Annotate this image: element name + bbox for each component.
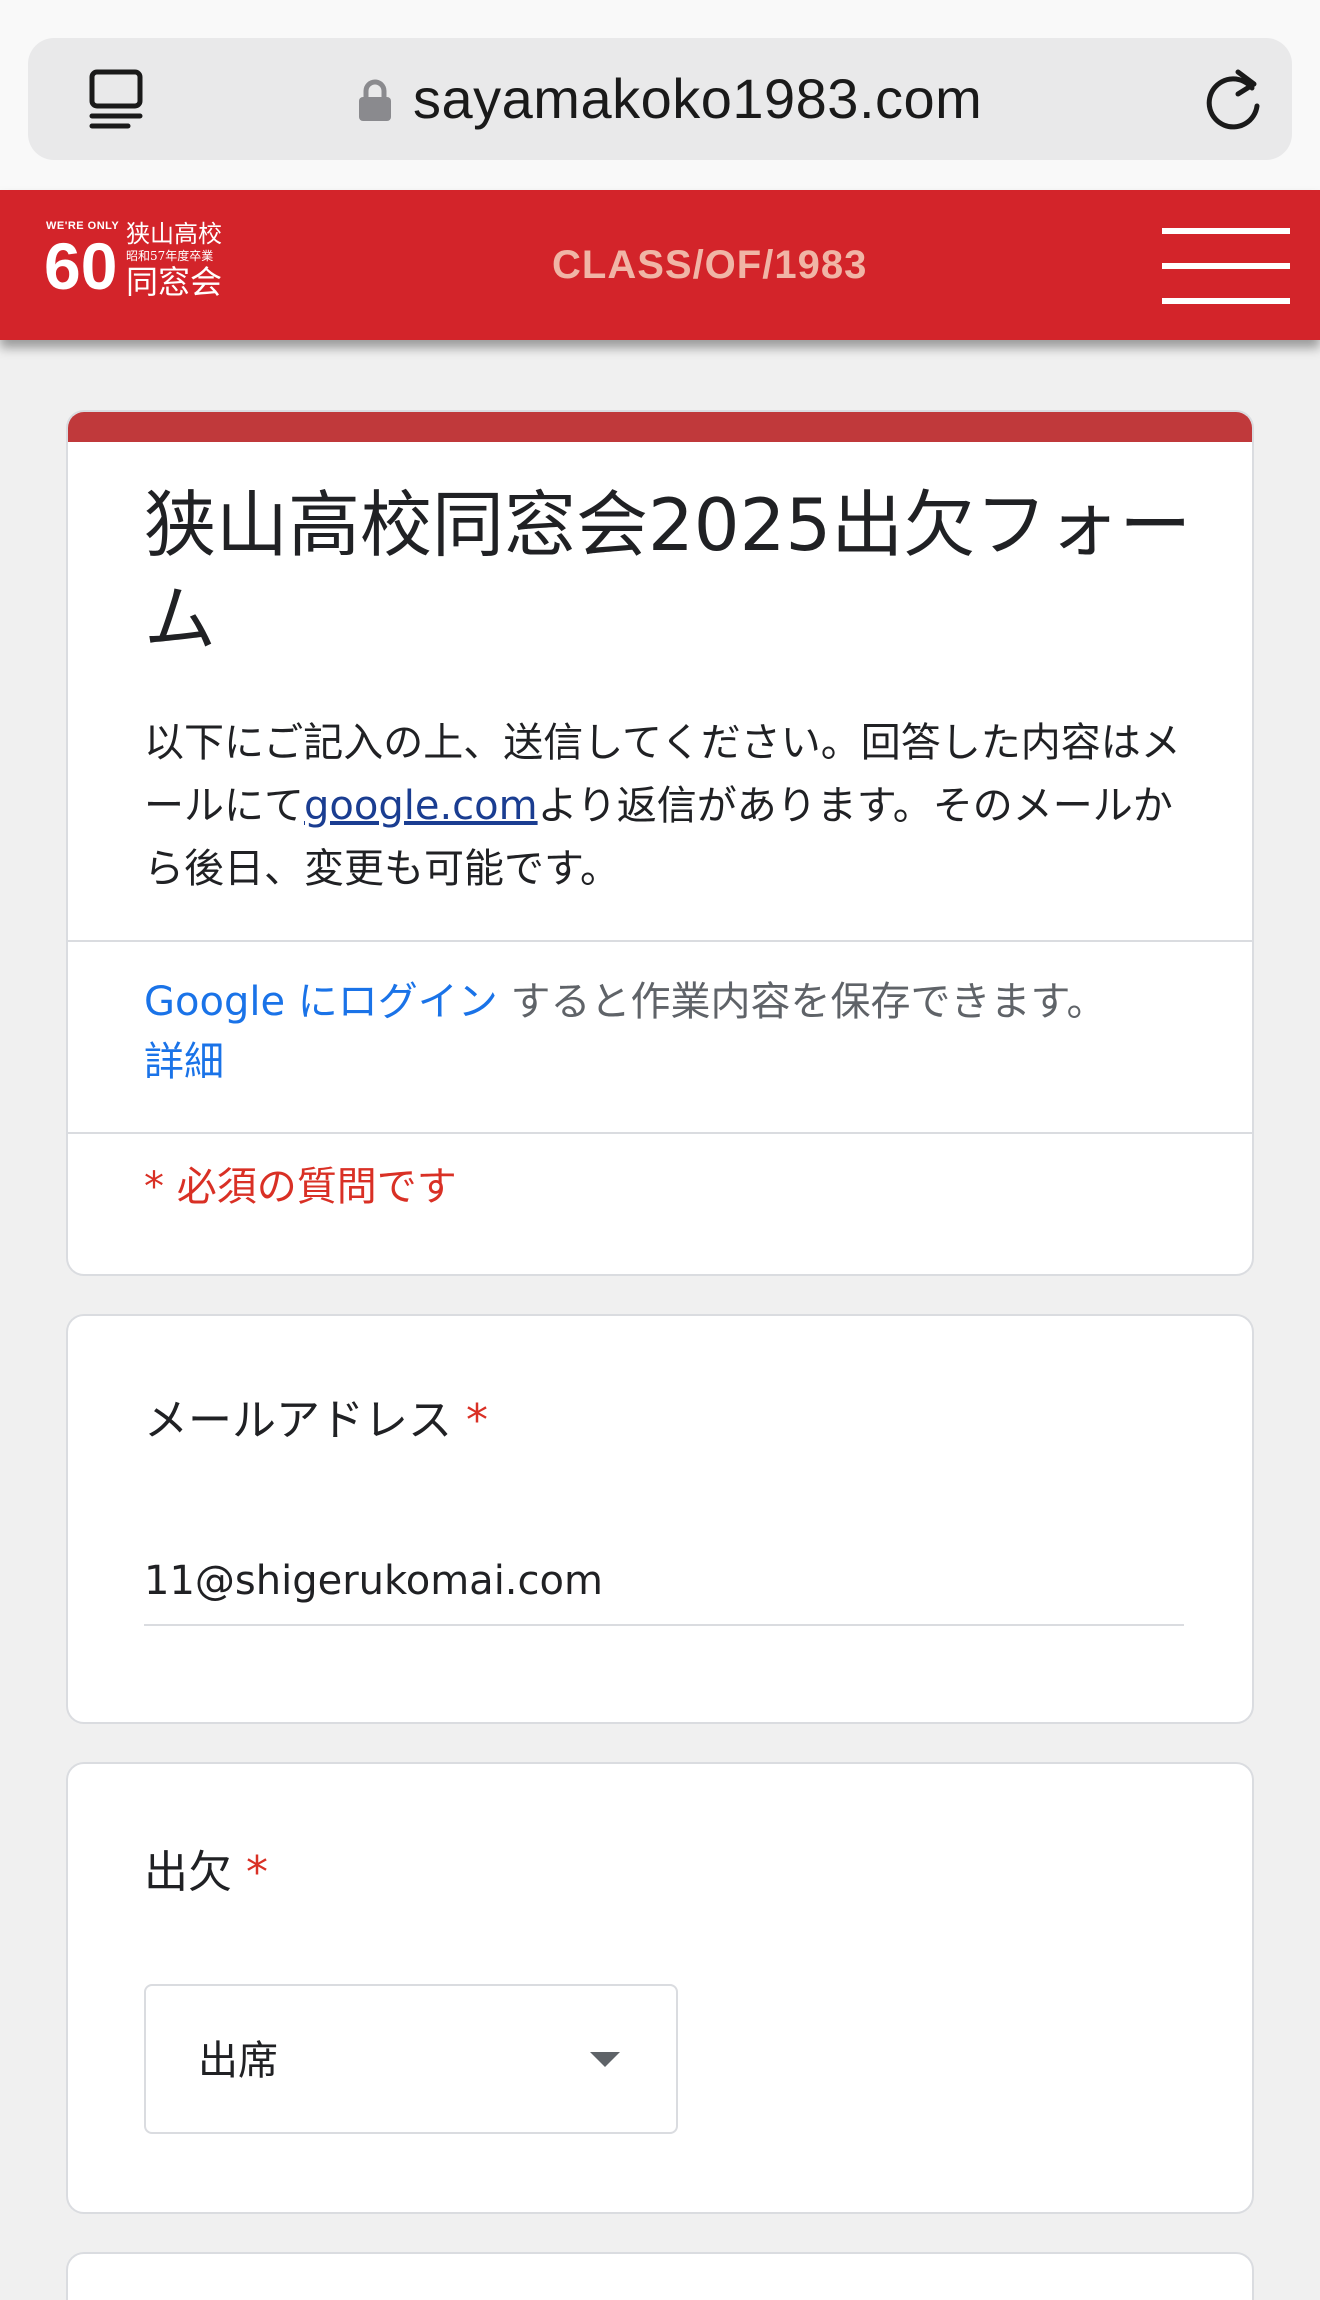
form-title: 狭山高校同窓会2025出欠フォーム: [144, 483, 1192, 661]
logo-alumni: 同窓会: [126, 263, 223, 301]
email-input-underline: [144, 1624, 1184, 1626]
next-question-card: [66, 2252, 1254, 2300]
site-header: WE'RE ONLY 60 狭山高校 昭和57年度卒業 同窓会 CLASS/OF…: [0, 190, 1320, 340]
google-login-link[interactable]: Google にログイン: [144, 979, 498, 1025]
logo-year: 昭和57年度卒業: [126, 249, 214, 263]
required-asterisk: *: [466, 1395, 488, 1446]
attendance-question-card: 出欠 * 出席: [66, 1762, 1254, 2214]
hamburger-menu-icon[interactable]: [1162, 228, 1290, 304]
lock-icon: [359, 79, 391, 121]
login-notice: Google にログイン すると作業内容を保存できます。詳細: [144, 972, 1204, 1092]
attendance-select[interactable]: 出席: [144, 1984, 678, 2134]
url-text[interactable]: sayamakoko1983.com: [413, 68, 982, 130]
email-label: メールアドレス: [144, 1395, 452, 1446]
form-description: 以下にご記入の上、送信してください。回答した内容はメールにてgoogle.com…: [144, 712, 1204, 901]
logo-number: 60: [44, 229, 118, 303]
email-question-card: メールアドレス * 11@shigerukomai.com: [66, 1314, 1254, 1724]
tabs-icon[interactable]: [88, 68, 144, 130]
required-note: * 必須の質問です: [144, 1164, 457, 1210]
divider: [68, 1132, 1252, 1134]
address-bar[interactable]: sayamakoko1983.com: [28, 38, 1292, 160]
google-link[interactable]: google.com: [304, 783, 538, 829]
login-notice-text: すると作業内容を保存できます。: [510, 979, 1107, 1025]
form-header-card: 狭山高校同窓会2025出欠フォーム 以下にご記入の上、送信してください。回答した…: [66, 410, 1254, 1276]
site-logo[interactable]: WE'RE ONLY 60 狭山高校 昭和57年度卒業 同窓会: [44, 220, 234, 310]
required-asterisk: *: [246, 1847, 268, 1898]
class-of-text: CLASS/OF/1983: [552, 243, 868, 287]
reload-icon[interactable]: [1200, 66, 1266, 132]
chevron-down-icon: [590, 2052, 620, 2067]
attendance-label: 出欠: [144, 1847, 232, 1898]
details-link[interactable]: 詳細: [144, 1039, 224, 1085]
attendance-selected-value: 出席: [198, 2038, 278, 2084]
email-input[interactable]: 11@shigerukomai.com: [144, 1556, 1184, 1606]
form-accent-bar: [68, 412, 1252, 442]
attendance-question-title: 出欠 *: [144, 1846, 268, 1900]
email-question-title: メールアドレス *: [144, 1394, 488, 1448]
divider: [68, 940, 1252, 942]
logo-school: 狭山高校: [126, 220, 222, 248]
browser-toolbar: sayamakoko1983.com: [0, 0, 1320, 190]
